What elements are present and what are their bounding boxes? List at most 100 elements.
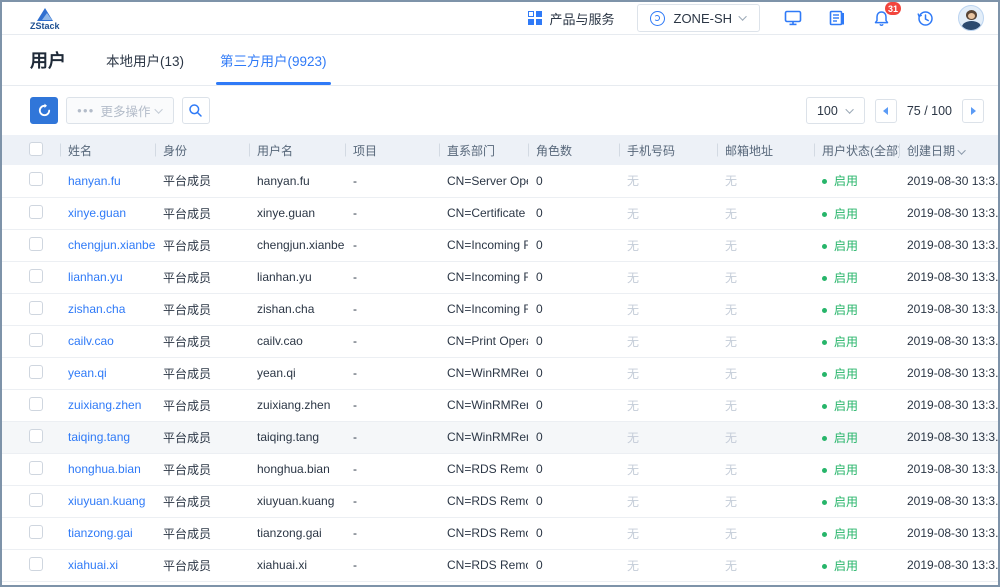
user-name-link[interactable]: tianzong.gai [68, 526, 133, 540]
cell-project: - [345, 517, 439, 549]
user-name-link[interactable]: zuixiang.zhen [68, 398, 141, 412]
cell-phone: 无 [619, 325, 717, 357]
tab-third-party-users[interactable]: 第三方用户(9923) [220, 35, 327, 85]
refresh-button[interactable] [30, 97, 58, 124]
cell-project: - [345, 357, 439, 389]
search-button[interactable] [182, 97, 210, 124]
row-checkbox[interactable] [29, 333, 43, 347]
cell-department: CN=Server Oper... [439, 165, 528, 197]
notification-badge: 31 [885, 2, 901, 15]
cell-created-date: 2019-08-30 13:3... [899, 549, 998, 581]
next-page-button[interactable] [962, 99, 984, 123]
table-row: xiahuai.xi平台成员xiahuai.xi-CN=RDS Remot...… [2, 549, 998, 581]
user-name-link[interactable]: yean.qi [68, 366, 107, 380]
cell-status: 启用 [814, 293, 899, 325]
status-badge: 启用 [834, 271, 858, 285]
products-services-menu[interactable]: 产品与服务 [528, 9, 614, 28]
cell-created-date: 2019-08-30 13:3... [899, 261, 998, 293]
cell-phone: 无 [619, 229, 717, 261]
row-checkbox[interactable] [29, 525, 43, 539]
chevron-down-icon [845, 105, 853, 113]
cell-phone: 无 [619, 549, 717, 581]
status-dot-icon [822, 436, 827, 441]
cell-status: 启用 [814, 261, 899, 293]
column-header-status-filter[interactable]: 用户状态(全部) [814, 135, 899, 165]
cell-email: 无 [717, 421, 814, 453]
cell-created-date: 2019-08-30 13:3... [899, 453, 998, 485]
console-log-button[interactable] [826, 8, 848, 28]
cell-phone: 无 [619, 165, 717, 197]
table-row: cailv.cao平台成员cailv.cao-CN=Print Operat..… [2, 325, 998, 357]
cell-project: - [345, 229, 439, 261]
cell-username: chengjun.xianbei [249, 229, 345, 261]
cell-phone: 无 [619, 293, 717, 325]
cell-username: yean.qi [249, 357, 345, 389]
zone-selector[interactable]: ZONE-SH [637, 4, 761, 32]
cell-created-date: 2019-08-30 13:3... [899, 485, 998, 517]
cell-phone: 无 [619, 485, 717, 517]
cell-email: 无 [717, 293, 814, 325]
row-checkbox[interactable] [29, 301, 43, 315]
column-header-project: 项目 [345, 135, 439, 165]
select-all-checkbox[interactable] [29, 142, 43, 156]
cell-role-count: 0 [528, 325, 619, 357]
user-name-link[interactable]: xiahuai.xi [68, 558, 118, 572]
row-checkbox-cell [2, 357, 60, 389]
status-badge: 启用 [834, 463, 858, 477]
page-size-value: 100 [817, 104, 838, 118]
row-checkbox[interactable] [29, 365, 43, 379]
history-button[interactable] [914, 8, 936, 28]
row-checkbox[interactable] [29, 429, 43, 443]
column-header-identity: 身份 [155, 135, 249, 165]
user-name-link[interactable]: lianhan.yu [68, 270, 123, 284]
zstack-logo-text: ZStack [30, 22, 60, 31]
more-actions-button[interactable]: ●●● 更多操作 [66, 97, 174, 124]
cell-identity: 平台成员 [155, 389, 249, 421]
row-checkbox[interactable] [29, 397, 43, 411]
table-row: chengjun.xianbei平台成员chengjun.xianbei-CN=… [2, 229, 998, 261]
row-checkbox[interactable] [29, 461, 43, 475]
user-name-link[interactable]: taiqing.tang [68, 430, 130, 444]
page-size-select[interactable]: 100 [806, 97, 865, 124]
user-name-link[interactable]: zishan.cha [68, 302, 125, 316]
cell-role-count: 0 [528, 453, 619, 485]
cell-name: yean.qi [60, 357, 155, 389]
status-dot-icon [822, 564, 827, 569]
cell-created-date: 2019-08-30 13:3... [899, 421, 998, 453]
user-avatar[interactable] [958, 5, 984, 31]
row-checkbox[interactable] [29, 172, 43, 186]
table-header-row: 姓名 身份 用户名 项目 直系部门 角色数 手机号码 邮箱地址 用户状态(全部)… [2, 135, 998, 165]
cell-status: 启用 [814, 325, 899, 357]
cell-identity: 平台成员 [155, 517, 249, 549]
cell-email: 无 [717, 197, 814, 229]
cell-status: 启用 [814, 197, 899, 229]
row-checkbox[interactable] [29, 557, 43, 571]
user-name-link[interactable]: honghua.bian [68, 462, 141, 476]
cell-phone: 无 [619, 389, 717, 421]
user-name-link[interactable]: hanyan.fu [68, 174, 121, 188]
cell-name: chengjun.xianbei [60, 229, 155, 261]
tab-local-users[interactable]: 本地用户(13) [106, 35, 184, 85]
cell-identity: 平台成员 [155, 357, 249, 389]
cell-username: zuixiang.zhen [249, 389, 345, 421]
row-checkbox[interactable] [29, 269, 43, 283]
row-checkbox[interactable] [29, 493, 43, 507]
history-clock-icon [917, 10, 934, 27]
cell-status: 启用 [814, 453, 899, 485]
zstack-logo[interactable]: ZStack [30, 8, 60, 31]
user-name-link[interactable]: xiuyuan.kuang [68, 494, 145, 508]
user-name-link[interactable]: chengjun.xianbei [68, 238, 155, 252]
prev-page-button[interactable] [875, 99, 897, 123]
monitor-button[interactable] [782, 8, 804, 28]
column-header-created-sort[interactable]: 创建日期 [899, 135, 998, 165]
select-all-cell [2, 135, 60, 165]
cell-department: CN=RDS Remot... [439, 453, 528, 485]
user-name-link[interactable]: xinye.guan [68, 206, 126, 220]
notifications-button[interactable]: 31 [870, 8, 892, 28]
row-checkbox[interactable] [29, 237, 43, 251]
user-name-link[interactable]: cailv.cao [68, 334, 114, 348]
cell-status: 启用 [814, 389, 899, 421]
row-checkbox[interactable] [29, 205, 43, 219]
column-header-email: 邮箱地址 [717, 135, 814, 165]
cell-created-date: 2019-08-30 13:3... [899, 165, 998, 197]
